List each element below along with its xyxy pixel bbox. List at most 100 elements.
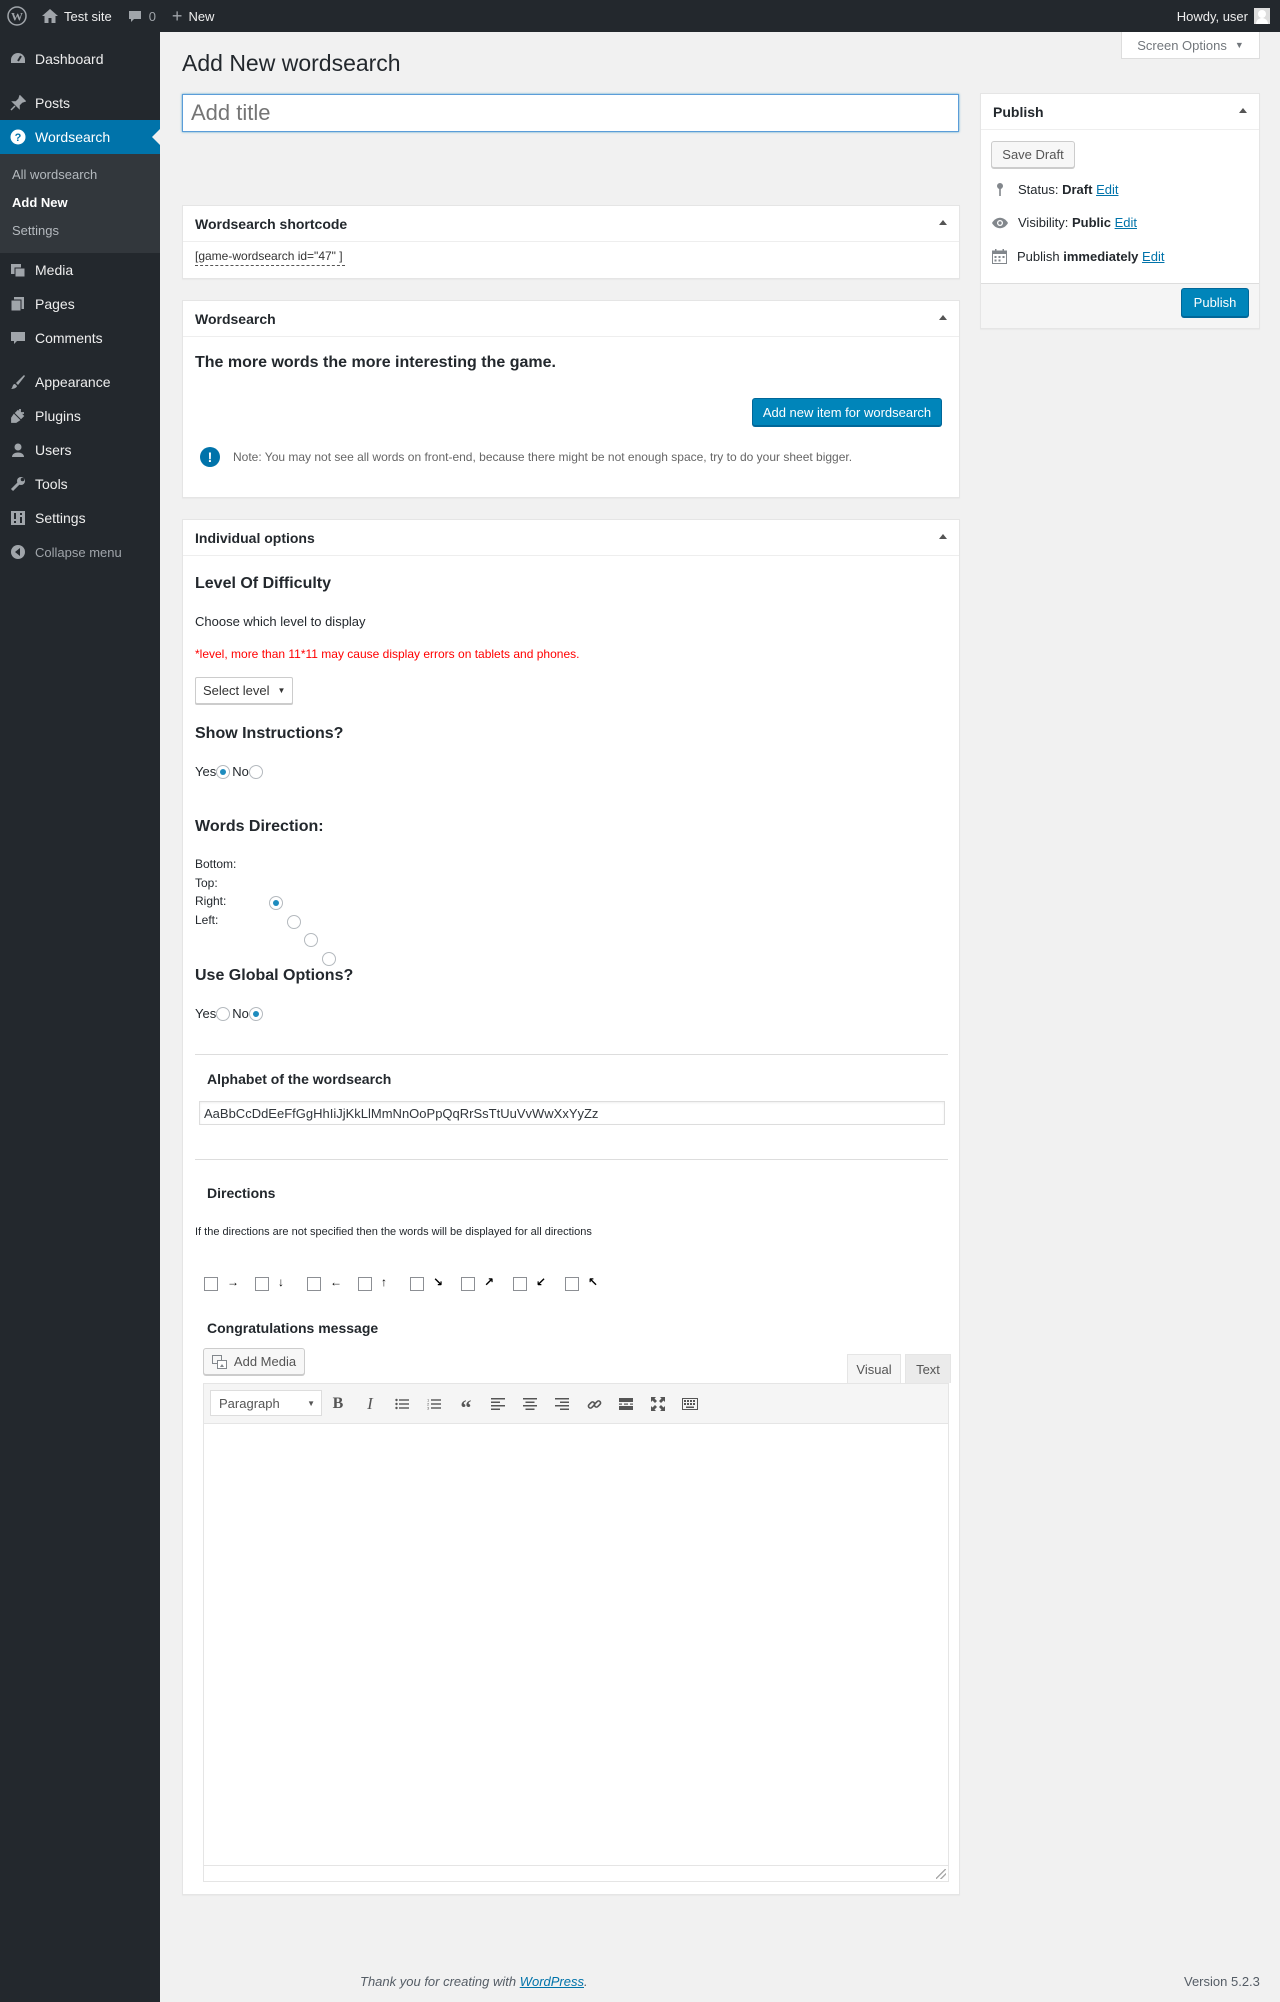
bullet-list-icon[interactable] [390,1392,414,1416]
direction-checkbox-down-left[interactable] [513,1277,527,1291]
bold-icon[interactable]: B [326,1392,350,1416]
toggle-arrow-icon[interactable] [939,220,947,225]
format-select[interactable]: Paragraph ▼ [210,1390,322,1416]
options-postbox: Individual options Level Of Difficulty C… [182,519,960,1895]
edit-status-link[interactable]: Edit [1096,182,1118,197]
wordpress-link[interactable]: WordPress [520,1974,584,1989]
info-icon: ! [200,447,220,467]
keyboard-toolbar-toggle-icon[interactable] [678,1392,702,1416]
blockquote-icon[interactable]: “ [454,1392,478,1420]
sidebar-item-appearance[interactable]: Appearance [0,365,160,399]
align-right-icon[interactable] [550,1392,574,1416]
add-item-button[interactable]: Add new item for wordsearch [752,398,942,426]
resize-handle-icon[interactable] [936,1869,946,1879]
direction-checkbox-left[interactable] [307,1277,321,1291]
divider [195,1054,948,1055]
difficulty-heading: Level Of Difficulty [195,575,332,592]
direction-checkbox-down[interactable] [255,1277,269,1291]
tab-visual[interactable]: Visual [847,1354,901,1383]
submenu-settings[interactable]: Settings [0,217,160,245]
direction-top-radio[interactable] [286,914,301,929]
sidebar-item-label: Dashboard [35,51,104,67]
media-icon [211,1354,228,1369]
direction-checkbox-up[interactable] [358,1277,372,1291]
instructions-no-radio[interactable] [248,764,263,779]
sidebar-item-label: Tools [35,476,68,492]
yes-label: Yes [195,1006,217,1021]
level-select[interactable]: Select level ▼ [195,677,293,704]
edit-publish-date-link[interactable]: Edit [1142,249,1164,264]
shortcode-postbox-header[interactable]: Wordsearch shortcode [183,206,959,242]
publish-postbox-header[interactable]: Publish [981,94,1259,130]
admin-bar: W Test site 0 + New Howdy, user [0,0,1280,32]
post-title-input[interactable] [182,94,959,132]
divider [195,1159,948,1160]
screen-options-button[interactable]: Screen Options ▼ [1121,32,1260,59]
edit-visibility-link[interactable]: Edit [1115,215,1137,230]
align-center-icon[interactable] [518,1392,542,1416]
my-account[interactable]: Howdy, user [1177,8,1280,24]
collapse-menu-button[interactable]: Collapse menu [0,535,160,569]
toggle-arrow-icon[interactable] [939,315,947,320]
alphabet-input[interactable] [199,1101,945,1125]
calendar-icon [992,249,1008,264]
svg-text:?: ? [15,132,22,144]
sidebar-item-label: Users [35,442,72,458]
sidebar-item-tools[interactable]: Tools [0,467,160,501]
global-no-radio[interactable] [248,1006,263,1021]
sidebar-item-media[interactable]: Media [0,253,160,287]
collapse-menu-label: Collapse menu [35,544,122,560]
publish-button[interactable]: Publish [1181,288,1249,317]
align-left-icon[interactable] [486,1392,510,1416]
options-postbox-header[interactable]: Individual options [183,520,959,556]
sidebar-item-dashboard[interactable]: Dashboard [0,42,160,76]
direction-checkbox-down-right[interactable] [410,1277,424,1291]
read-more-icon[interactable] [614,1392,638,1416]
wordsearch-postbox-header[interactable]: Wordsearch [183,301,959,337]
global-options-heading: Use Global Options? [195,967,354,984]
directions-heading: Directions [207,1185,276,1201]
italic-icon[interactable]: I [358,1392,382,1416]
sidebar-item-wordsearch[interactable]: ? Wordsearch [0,120,160,154]
plus-icon: + [171,6,183,26]
numbered-list-icon[interactable]: 123 [422,1392,446,1416]
toggle-arrow-icon[interactable] [939,534,947,539]
arrow-down-icon: ↓ [278,1275,284,1289]
comments-link[interactable]: 0 [120,0,164,32]
wordpress-logo-icon[interactable]: W [0,0,34,32]
alphabet-heading: Alphabet of the wordsearch [207,1071,392,1087]
editor-toolbar: Paragraph ▼ B I 123 “ [204,1384,948,1424]
sidebar-item-plugins[interactable]: Plugins [0,399,160,433]
add-media-button[interactable]: Add Media [203,1348,305,1375]
instructions-yes-radio[interactable] [216,764,231,779]
site-name-link[interactable]: Test site [34,0,120,32]
global-yes-radio[interactable] [216,1006,231,1021]
save-draft-button[interactable]: Save Draft [991,141,1075,168]
direction-checkbox-right[interactable] [204,1277,218,1291]
submenu-add-new[interactable]: Add New [0,189,160,217]
submenu-all-wordsearch[interactable]: All wordsearch [0,161,160,189]
add-media-label: Add Media [233,1354,297,1369]
new-content-link[interactable]: + New [164,0,223,32]
fullscreen-icon[interactable] [646,1392,670,1416]
direction-right-radio[interactable] [304,932,319,947]
tab-text[interactable]: Text [905,1354,951,1383]
sidebar-item-users[interactable]: Users [0,433,160,467]
sidebar-item-settings[interactable]: Settings [0,501,160,535]
sidebar-item-posts[interactable]: Posts [0,86,160,120]
link-icon[interactable] [582,1392,606,1416]
direction-checkbox-up-right[interactable] [461,1277,475,1291]
direction-bottom-radio[interactable] [269,895,283,910]
wrench-icon [8,474,28,494]
sidebar-item-pages[interactable]: Pages [0,287,160,321]
arrow-down-right-icon: ↘ [433,1275,444,1289]
direction-left-radio[interactable] [321,951,336,966]
shortcode-text[interactable]: [game-wordsearch id="47" ] [195,249,345,266]
toggle-arrow-icon[interactable] [1239,108,1247,113]
editor-content-area[interactable] [204,1425,948,1864]
sidebar-item-comments[interactable]: Comments [0,321,160,355]
admin-sidebar: Dashboard Posts ? Wordsearch All wordsea… [0,32,160,2002]
footer-thanks-text: Thank you for creating with [360,1974,517,1989]
media-icon [8,260,28,280]
direction-checkbox-up-left[interactable] [565,1277,579,1291]
